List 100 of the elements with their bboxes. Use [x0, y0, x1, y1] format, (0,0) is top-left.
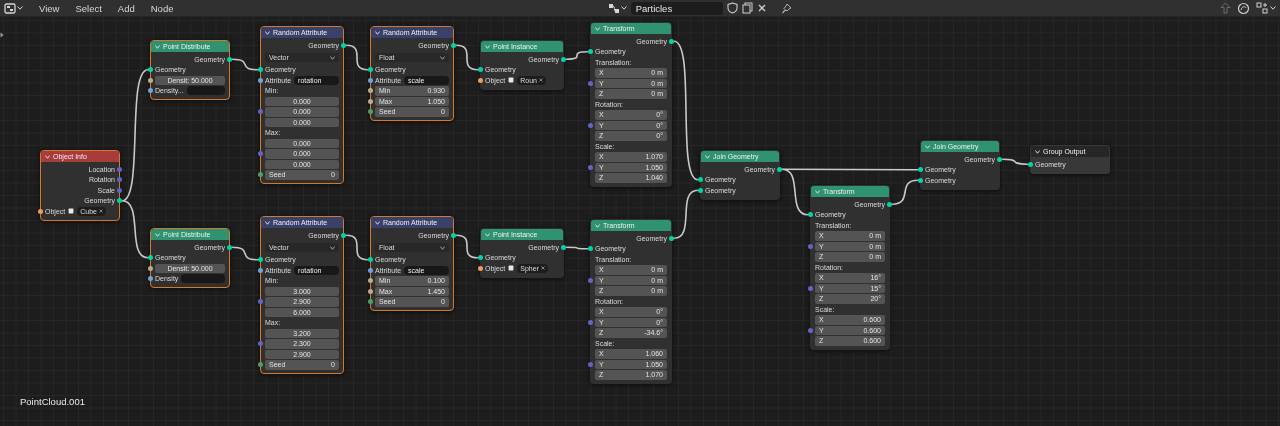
socket-dot[interactable]	[588, 164, 593, 170]
socket-dot[interactable]	[368, 257, 373, 263]
socket-dot[interactable]	[117, 187, 122, 193]
shield-icon[interactable]	[726, 2, 738, 14]
collapse-icon[interactable]	[265, 30, 270, 35]
chevron-icon[interactable]	[440, 245, 445, 250]
socket-dot[interactable]	[148, 88, 153, 94]
collapse-icon[interactable]	[265, 220, 270, 225]
socket-dot[interactable]	[227, 244, 232, 250]
menu-item[interactable]: Node	[144, 1, 180, 15]
socket-dot[interactable]	[148, 276, 153, 282]
socket-dot[interactable]	[117, 177, 122, 183]
socket-dot[interactable]	[148, 265, 153, 271]
clear-icon[interactable]	[538, 78, 543, 83]
socket-dot[interactable]	[227, 56, 232, 62]
socket-dot[interactable]	[997, 156, 1002, 162]
socket-dot[interactable]	[368, 299, 373, 305]
socket-dot[interactable]	[561, 56, 566, 62]
sidebar-toggle-icon[interactable]	[0, 32, 4, 38]
clear-icon[interactable]	[540, 266, 545, 271]
socket-dot[interactable]	[341, 232, 346, 238]
socket-dot[interactable]	[588, 361, 593, 367]
socket-dot[interactable]	[368, 67, 373, 73]
text-field[interactable]	[186, 86, 225, 96]
socket-dot[interactable]	[669, 235, 674, 241]
socket-dot[interactable]	[698, 177, 703, 183]
socket-dot[interactable]	[887, 201, 892, 207]
socket-dot[interactable]	[368, 98, 373, 104]
socket-dot[interactable]	[368, 109, 373, 115]
socket-dot[interactable]	[258, 67, 263, 73]
socket-dot[interactable]	[148, 77, 153, 83]
socket-dot[interactable]	[478, 265, 483, 271]
menu-item[interactable]: View	[33, 1, 66, 15]
socket-dot[interactable]	[258, 267, 263, 273]
socket-dot[interactable]	[918, 167, 923, 173]
socket-dot[interactable]	[808, 285, 813, 291]
socket-dot[interactable]	[148, 67, 153, 73]
chevron-icon[interactable]	[620, 6, 627, 10]
parent-arrow-icon[interactable]	[1220, 2, 1231, 14]
socket-dot[interactable]	[368, 288, 373, 294]
node-link	[345, 234, 369, 261]
socket-dot[interactable]	[561, 244, 566, 250]
socket-dot[interactable]	[808, 212, 813, 218]
socket-dot[interactable]	[117, 198, 122, 204]
socket-dot[interactable]	[918, 177, 923, 183]
socket-dot[interactable]	[258, 77, 263, 83]
socket-dot[interactable]	[669, 38, 674, 44]
socket-dot[interactable]	[368, 88, 373, 94]
socket-dot[interactable]	[148, 255, 153, 261]
socket-dot[interactable]	[588, 277, 593, 283]
socket-dot[interactable]	[588, 49, 593, 55]
socket-dot[interactable]	[258, 109, 263, 115]
socket-dot[interactable]	[588, 80, 593, 86]
chevron-icon[interactable]	[330, 245, 335, 250]
socket-dot[interactable]	[258, 362, 263, 368]
collapse-icon[interactable]	[45, 154, 50, 159]
close-icon[interactable]	[756, 3, 767, 13]
socket-dot[interactable]	[451, 42, 456, 48]
socket-dot[interactable]	[698, 187, 703, 193]
socket-dot[interactable]	[478, 77, 483, 83]
copy-icon[interactable]	[741, 2, 753, 14]
socket-dot[interactable]	[478, 255, 483, 261]
collapse-icon[interactable]	[375, 220, 380, 225]
socket-dot[interactable]	[777, 166, 782, 172]
text-field[interactable]	[181, 274, 225, 284]
overlay-icon[interactable]	[1237, 1, 1250, 15]
node-tree-name-field[interactable]: Particles	[630, 1, 723, 15]
socket-dot[interactable]	[368, 267, 373, 273]
socket-dot[interactable]	[341, 42, 346, 48]
socket-dot[interactable]	[368, 77, 373, 83]
menu-item[interactable]: Select	[69, 1, 108, 15]
socket-dot[interactable]	[478, 67, 483, 73]
editor-type-icon[interactable]	[4, 2, 16, 14]
socket-dot[interactable]	[588, 319, 593, 325]
socket-dot[interactable]	[451, 232, 456, 238]
chevron-icon[interactable]	[17, 6, 23, 10]
snap-icon[interactable]	[1256, 2, 1269, 14]
socket-dot[interactable]	[117, 166, 122, 172]
socket-dot[interactable]	[1028, 161, 1033, 167]
chevron-icon[interactable]	[330, 55, 335, 60]
node-tree-icon[interactable]	[607, 2, 620, 14]
pin-icon[interactable]	[780, 2, 792, 14]
socket-dot[interactable]	[808, 327, 813, 333]
socket-dot[interactable]	[588, 122, 593, 128]
clear-icon[interactable]	[98, 209, 103, 214]
socket-dot[interactable]	[368, 278, 373, 284]
socket-dot[interactable]	[38, 208, 43, 214]
socket-dot[interactable]	[258, 151, 263, 157]
socket-dot[interactable]	[258, 172, 263, 178]
chevron-icon[interactable]	[440, 55, 445, 60]
socket-dot[interactable]	[258, 341, 263, 347]
socket-dot[interactable]	[808, 243, 813, 249]
chevron-icon[interactable]	[1270, 6, 1276, 10]
socket-dot[interactable]	[258, 257, 263, 263]
socket-dot[interactable]	[258, 299, 263, 305]
socket-dot[interactable]	[588, 246, 593, 252]
node-link	[231, 58, 259, 71]
collapse-icon[interactable]	[375, 30, 380, 35]
menu-item[interactable]: Add	[111, 1, 141, 15]
collapse-icon[interactable]	[1035, 149, 1040, 154]
